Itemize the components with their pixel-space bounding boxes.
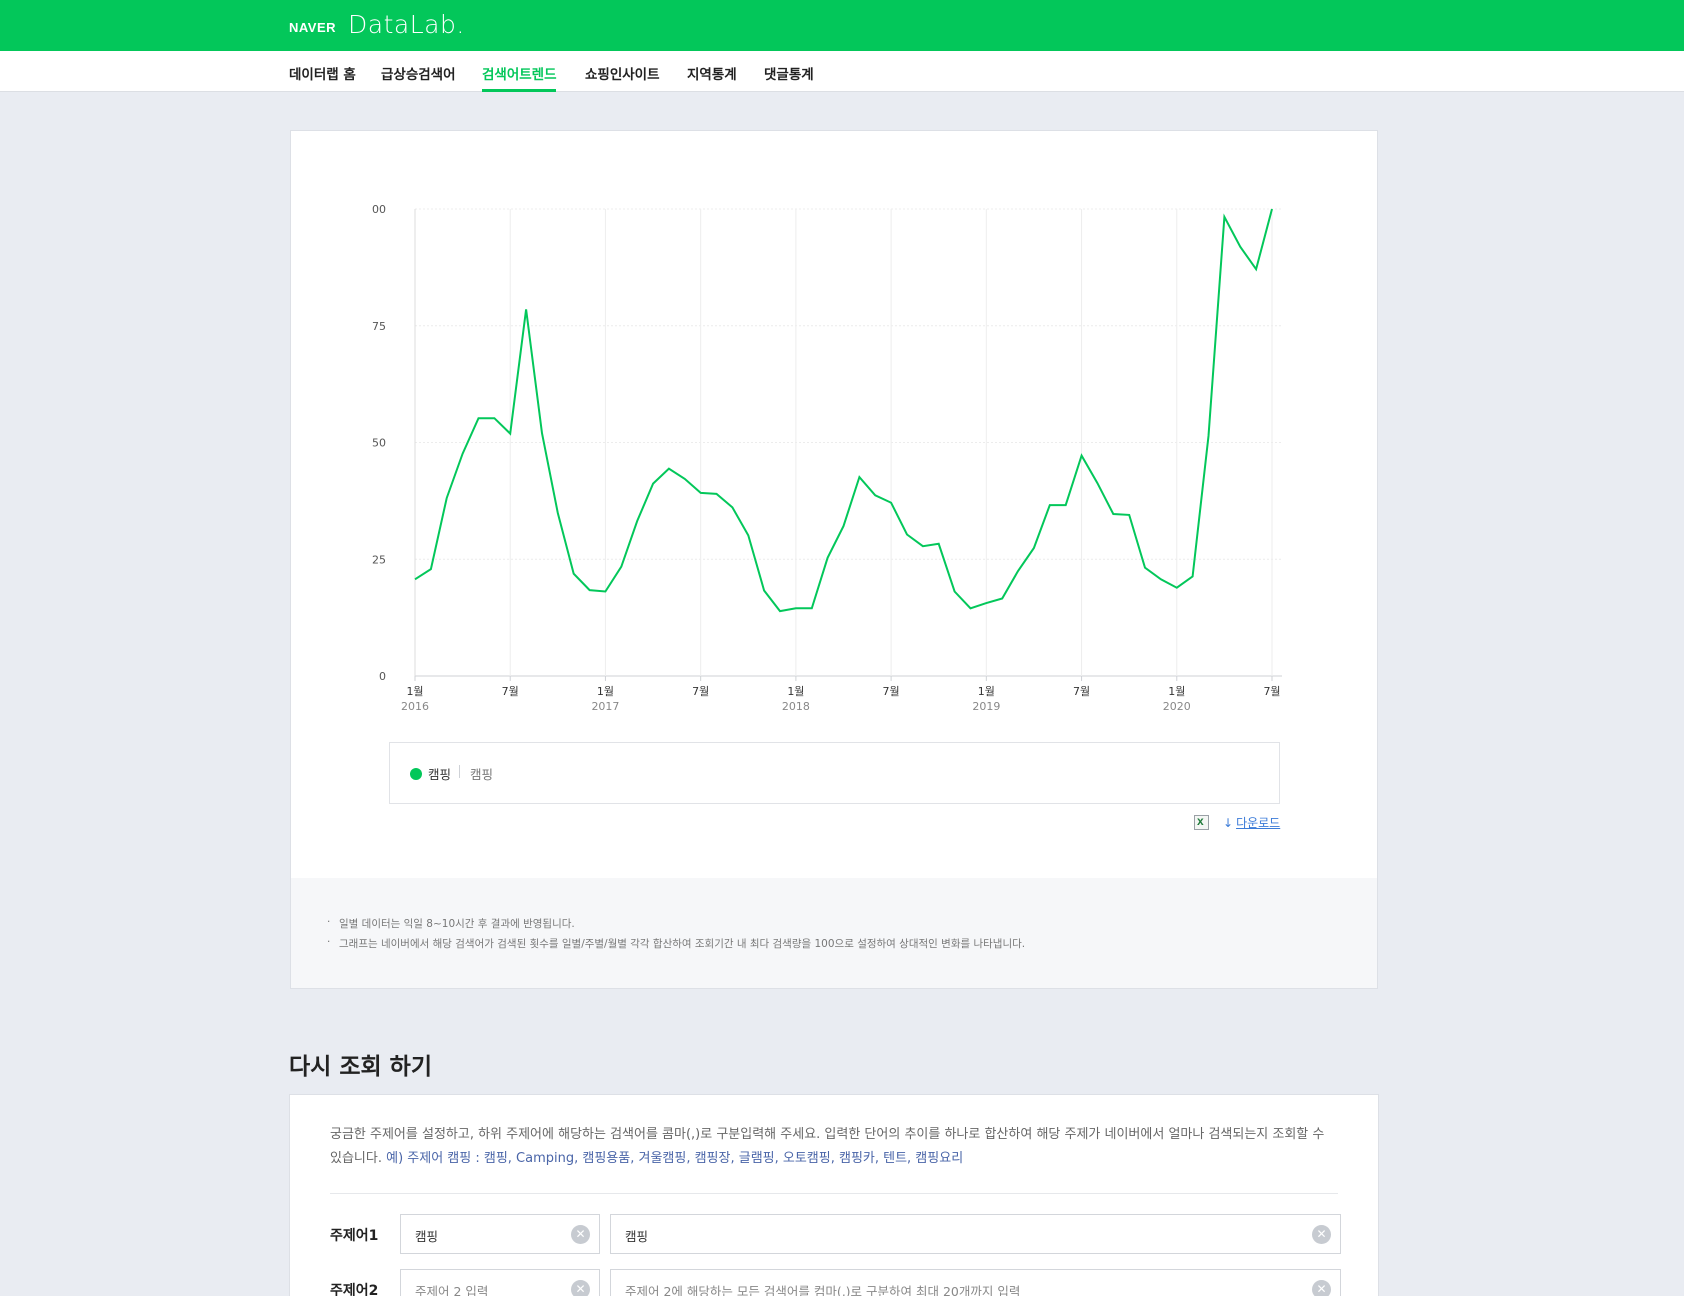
section-title: 다시 조회 하기 bbox=[289, 1054, 432, 1080]
legend-divider bbox=[459, 765, 460, 778]
topic-row-1: 주제어1 캠핑 ✕ 캠핑 ✕ bbox=[330, 1214, 1341, 1254]
x-tick-label: 7월 bbox=[502, 685, 519, 698]
naver-logo: NAVER bbox=[289, 20, 337, 35]
keywords-input[interactable]: 캠핑 ✕ bbox=[610, 1214, 1341, 1254]
clear-icon[interactable]: ✕ bbox=[571, 1280, 590, 1296]
clear-icon[interactable]: ✕ bbox=[571, 1225, 590, 1244]
x-tick-label: 7월 bbox=[883, 685, 900, 698]
x-tick-label: 7월 bbox=[1073, 685, 1090, 698]
x-year-label: 2020 bbox=[1163, 700, 1191, 713]
download-link[interactable]: ↓ 다운로드 bbox=[1223, 814, 1280, 831]
x-tick-label: 1월 bbox=[787, 685, 804, 698]
note-item: 그래프는 네이버에서 해당 검색어가 검색된 횟수를 일별/주별/월별 각각 합… bbox=[327, 936, 1025, 951]
keywords-input-value: 캠핑 bbox=[625, 1229, 649, 1244]
top-bar: NAVER DataLab. bbox=[0, 0, 1684, 51]
x-year-label: 2018 bbox=[782, 700, 810, 713]
nav-item-datalab-home[interactable]: 데이터랩 홈 bbox=[289, 63, 356, 83]
trend-chart: 00 75 50 25 0 1월 7월 1월 7월 1월 7월 1월 7월 1월 7월 2016 2017 201… bbox=[372, 203, 1282, 713]
y-tick-label: 25 bbox=[372, 553, 386, 566]
series-line-camping bbox=[414, 208, 1273, 613]
topic-row-label: 주제어1 bbox=[330, 1228, 379, 1244]
topic-input-value: 캠핑 bbox=[415, 1229, 439, 1244]
x-tick-label: 7월 bbox=[1263, 685, 1280, 698]
form-divider bbox=[330, 1193, 1338, 1194]
nav-item-regional-stats[interactable]: 지역통계 bbox=[687, 63, 737, 83]
x-year-label: 2016 bbox=[401, 700, 429, 713]
x-year-label: 2017 bbox=[591, 700, 619, 713]
datalab-logo: DataLab. bbox=[348, 10, 465, 39]
note-item: 일별 데이터는 익일 8~10시간 후 결과에 반영됩니다. bbox=[327, 916, 575, 931]
topic-row-label: 주제어2 bbox=[330, 1283, 379, 1296]
chart-notes: 일별 데이터는 익일 8~10시간 후 결과에 반영됩니다. 그래프는 네이버에… bbox=[291, 878, 1377, 988]
nav-item-search-trend[interactable]: 검색어트렌드 bbox=[482, 63, 557, 83]
form-description: 궁금한 주제어를 설정하고, 하위 주제어에 해당하는 검색어를 콤마(,)로 … bbox=[330, 1123, 1335, 1171]
clear-icon[interactable]: ✕ bbox=[1312, 1225, 1331, 1244]
requery-form: 궁금한 주제어를 설정하고, 하위 주제어에 해당하는 검색어를 콤마(,)로 … bbox=[289, 1094, 1379, 1296]
nav-active-indicator bbox=[482, 89, 556, 92]
topic-input-placeholder: 주제어 2 입력 bbox=[415, 1284, 489, 1296]
y-tick-label: 00 bbox=[372, 203, 386, 216]
nav-item-shopping-insight[interactable]: 쇼핑인사이트 bbox=[585, 63, 660, 83]
legend-dot-icon bbox=[410, 768, 422, 780]
chart-card: 00 75 50 25 0 1월 7월 1월 7월 1월 7월 1월 7월 1월 7월 2016 2017 201… bbox=[290, 130, 1378, 989]
chart-legend: 캠핑 캠핑 bbox=[389, 742, 1280, 804]
download-label: 다운로드 bbox=[1236, 816, 1281, 830]
brand-logo[interactable]: NAVER DataLab. bbox=[289, 10, 465, 39]
keywords-input-placeholder: 주제어 2에 해당하는 모든 검색어를 컴마(,)로 구분하여 최대 20개까지… bbox=[625, 1284, 1021, 1296]
y-tick-label: 50 bbox=[372, 437, 386, 450]
x-tick-label: 1월 bbox=[406, 685, 423, 698]
form-description-example: 예) 주제어 캠핑 : 캠핑, Camping, 캠핑용품, 겨울캠핑, 캠핑장… bbox=[386, 1151, 964, 1166]
y-tick-label: 75 bbox=[372, 320, 386, 333]
legend-series-label: 캠핑 bbox=[428, 767, 452, 782]
topic-input[interactable]: 캠핑 ✕ bbox=[400, 1214, 600, 1254]
legend-series-keywords: 캠핑 bbox=[470, 767, 494, 782]
keywords-input[interactable]: 주제어 2에 해당하는 모든 검색어를 컴마(,)로 구분하여 최대 20개까지… bbox=[610, 1269, 1341, 1296]
x-tick-label: 1월 bbox=[978, 685, 995, 698]
x-tick-label: 7월 bbox=[692, 685, 709, 698]
y-tick-label: 0 bbox=[379, 670, 386, 683]
main-nav: 데이터랩 홈 급상승검색어 검색어트렌드 쇼핑인사이트 지역통계 댓글통계 bbox=[0, 51, 1684, 92]
nav-item-rising-keywords[interactable]: 급상승검색어 bbox=[381, 63, 456, 83]
x-year-label: 2019 bbox=[972, 700, 1000, 713]
nav-item-comment-stats[interactable]: 댓글통계 bbox=[764, 63, 814, 83]
topic-row-2: 주제어2 주제어 2 입력 ✕ 주제어 2에 해당하는 모든 검색어를 컴마(,… bbox=[330, 1269, 1341, 1296]
topic-input[interactable]: 주제어 2 입력 ✕ bbox=[400, 1269, 600, 1296]
x-tick-label: 1월 bbox=[597, 685, 614, 698]
clear-icon[interactable]: ✕ bbox=[1312, 1280, 1331, 1296]
x-tick-label: 1월 bbox=[1168, 685, 1185, 698]
excel-icon[interactable]: x bbox=[1194, 814, 1209, 830]
download-arrow-icon: ↓ bbox=[1223, 816, 1234, 830]
